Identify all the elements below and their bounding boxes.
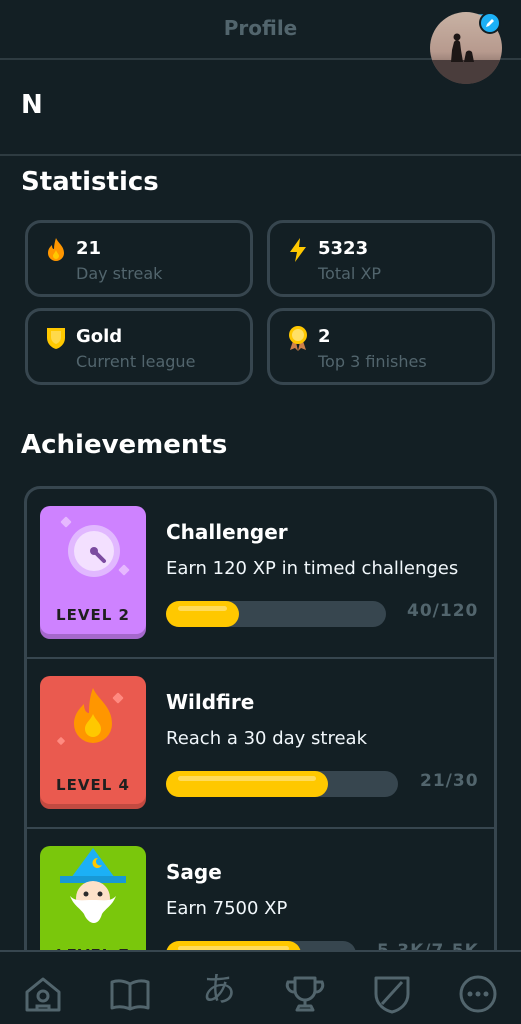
achievement-title: Sage	[166, 860, 222, 884]
gold-shield-icon	[47, 328, 65, 349]
home-icon[interactable]	[21, 972, 65, 1016]
achievements-heading: Achievements	[21, 430, 228, 460]
stat-label: Top 3 finishes	[318, 352, 427, 371]
stat-value: Gold	[76, 326, 123, 347]
stat-top3-finishes: 2 Top 3 finishes	[267, 308, 495, 385]
progress-bar	[166, 771, 398, 797]
stat-value: 21	[76, 238, 102, 259]
progress-bar	[166, 601, 386, 627]
progress-text: 21/30	[420, 771, 479, 791]
trophy-icon[interactable]	[283, 972, 327, 1016]
achievement-badge: LEVEL 2	[40, 506, 146, 634]
progress-fill	[166, 601, 240, 627]
book-icon[interactable]	[108, 972, 152, 1016]
wizard-icon	[60, 848, 126, 924]
progress-text: 40/120	[407, 601, 479, 621]
achievement-level: LEVEL 4	[56, 776, 130, 794]
stopwatch-icon	[60, 516, 130, 577]
achievement-title: Wildfire	[166, 690, 255, 714]
stat-day-streak: 21 Day streak	[25, 220, 253, 297]
characters-icon[interactable]: あ	[197, 968, 241, 1012]
achievement-level: LEVEL 2	[56, 606, 130, 624]
achievement-title: Challenger	[166, 520, 288, 544]
stat-value: 5323	[318, 238, 369, 259]
edit-avatar-button[interactable]	[479, 12, 501, 34]
achievement-challenger[interactable]: LEVEL 2 Challenger Earn 120 XP in timed …	[27, 489, 494, 659]
stat-value: 2	[318, 326, 331, 347]
achievement-wildfire[interactable]: LEVEL 4 Wildfire Reach a 30 day streak 2…	[27, 659, 494, 829]
flame-icon	[57, 688, 124, 745]
achievement-badge: LEVEL 4	[40, 676, 146, 804]
pencil-icon	[486, 19, 494, 27]
shield-icon[interactable]	[370, 972, 414, 1016]
bottom-tab-bar: あ	[0, 950, 521, 1024]
achievements-list: LEVEL 2 Challenger Earn 120 XP in timed …	[24, 486, 497, 966]
statistics-heading: Statistics	[21, 167, 159, 197]
achievement-description: Earn 120 XP in timed challenges	[166, 558, 459, 579]
flame-icon	[48, 238, 64, 261]
lightning-icon	[290, 238, 306, 262]
achievement-sage[interactable]: LEVEL 7 Sage Earn 7500 XP 5.3K/7.5K	[27, 829, 494, 966]
achievement-description: Reach a 30 day streak	[166, 728, 368, 749]
stat-label: Total XP	[318, 264, 382, 283]
stat-label: Current league	[76, 352, 196, 371]
more-icon[interactable]	[456, 972, 500, 1016]
achievement-description: Earn 7500 XP	[166, 898, 288, 919]
stat-label: Day streak	[76, 264, 163, 283]
medal-icon	[289, 326, 307, 351]
stat-current-league: Gold Current league	[25, 308, 253, 385]
username: N	[21, 90, 43, 120]
achievement-badge: LEVEL 7	[40, 846, 146, 966]
stat-total-xp: 5323 Total XP	[267, 220, 495, 297]
progress-fill	[166, 771, 329, 797]
